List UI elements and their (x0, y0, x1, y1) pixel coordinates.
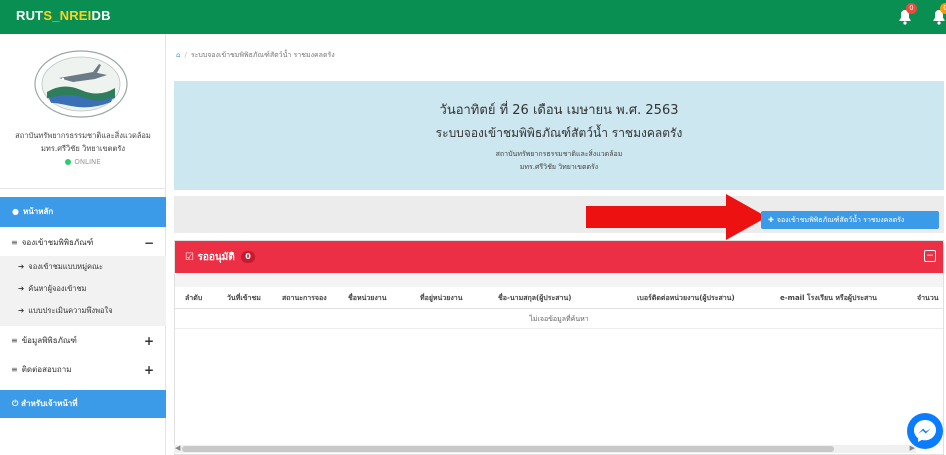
breadcrumb-separator: / (184, 51, 187, 59)
breadcrumb-current: ระบบจองเข้าชมพิพิธภัณฑ์สัตว์น้ำ ราชมงคลต… (190, 51, 335, 59)
notification-bell-1[interactable]: 0 (898, 3, 917, 25)
sidebar-item-staff[interactable]: ⏻ สำหรับเจ้าหน้าที่ (0, 390, 166, 418)
collapse-minus-icon[interactable]: − (144, 231, 154, 255)
col-header-amount[interactable]: จำนวน (917, 293, 939, 304)
col-header-coordinator-name[interactable]: ชื่อ-นามสกุล(ผู้ประสาน) (498, 293, 571, 304)
sidebar-group-museum-info[interactable]: ≡ ข้อมูลพิพิธภัณฑ์ + (0, 329, 166, 353)
scrollbar-thumb[interactable] (182, 446, 834, 452)
col-header-visit-date[interactable]: วันที่เข้าชม (227, 293, 261, 304)
sidebar-item-home[interactable]: ● หน้าหลัก (0, 197, 166, 227)
sidebar: สถาบันทรัพยากรธรรมชาติและสิ่งแวดล้อม มทร… (0, 34, 166, 455)
online-status-label: ONLINE (74, 158, 101, 166)
table-empty-row: ไม่เจอข้อมูลที่ค้นหา (175, 309, 943, 329)
notification-badge-1: 0 (906, 3, 917, 14)
scroll-left-icon[interactable]: ◀ (175, 444, 180, 452)
sidebar-submenu-booking: ➔ จองเข้าชมแบบหมู่คณะ ➔ ค้นหาผู้จองเข้าชม … (0, 256, 166, 326)
minus-box-icon: − (926, 251, 934, 261)
hero-banner: วันอาทิตย์ ที่ 26 เดือน เมษายน พ.ศ. 2563… (174, 81, 944, 190)
breadcrumb-home-icon[interactable]: ⌂ (176, 51, 180, 59)
panel-title: ☑ รออนุมัติ 0 (185, 250, 255, 265)
sidebar-group-museum-info-label: ข้อมูลพิพิธภัณฑ์ (21, 336, 77, 345)
pending-approval-panel: ☑ รออนุมัติ 0 − ลำดับ วันที่เข้าชม สถานะ… (174, 240, 944, 455)
book-visit-button[interactable]: ✚ จองเข้าชมพิพิธภัณฑ์สัตว์น้ำ ราชมงคลตรัง (761, 211, 939, 229)
sidebar-item-home-label: หน้าหลัก (22, 207, 54, 216)
sidebar-group-contact[interactable]: ≡ ติดต่อสอบถาม + (0, 358, 166, 382)
arrow-right-icon: ➔ (18, 284, 25, 293)
bars-icon: ≡ (11, 238, 18, 247)
col-header-org-address[interactable]: ที่อยู่หน่วยงาน (420, 293, 463, 304)
check-square-icon: ☑ (185, 252, 194, 263)
col-header-no[interactable]: ลำดับ (185, 293, 202, 304)
org-name-line1: สถาบันทรัพยากรธรรมชาติและสิ่งแวดล้อม (15, 131, 151, 140)
book-visit-button-label: จองเข้าชมพิพิธภัณฑ์สัตว์น้ำ ราชมงคลตรัง (776, 216, 905, 224)
current-date: วันอาทิตย์ ที่ 26 เดือน เมษายน พ.ศ. 2563 (439, 103, 679, 118)
brand-logo-text[interactable]: RUTS_NREIDB (16, 8, 111, 23)
expand-plus-icon[interactable]: + (144, 358, 154, 382)
notification-badge-2: 0 (940, 3, 946, 14)
page-title: ระบบจองเข้าชมพิพิธภัณฑ์สัตว์น้ำ ราชมงคลต… (435, 126, 683, 140)
hero-subtitle-2: มทร.ศรีวิชัย วิทยาเขตตรัง (519, 163, 599, 171)
brand-part-2: S_NREI (43, 8, 92, 23)
panel-title-label: รออนุมัติ (197, 252, 235, 263)
notification-bell-2[interactable]: 0 (932, 3, 946, 25)
institute-logo (34, 50, 128, 118)
arrow-right-icon: ➔ (18, 262, 25, 271)
sidebar-profile: สถาบันทรัพยากรธรรมชาติและสิ่งแวดล้อม มทร… (0, 34, 166, 189)
col-header-status[interactable]: สถานะการจอง (282, 293, 327, 304)
plus-icon: ✚ (768, 216, 774, 224)
sidebar-group-booking[interactable]: ≡ จองเข้าชมพิพิธภัณฑ์ − (0, 231, 166, 255)
messenger-icon[interactable] (906, 412, 944, 450)
table-header-row: ลำดับ วันที่เข้าชม สถานะการจอง ชื่อหน่วย… (175, 287, 943, 309)
org-name-line2: มทร.ศรีวิชัย วิทยาเขตตรัง (40, 144, 126, 153)
col-header-phone[interactable]: เบอร์ติดต่อหน่วยงาน(ผู้ประสาน) (637, 293, 735, 304)
sidebar-group-contact-label: ติดต่อสอบถาม (21, 365, 72, 374)
hero-subtitle-1: สถาบันทรัพยากรธรรมชาติและสิ่งแวดล้อม (495, 150, 623, 158)
sidebar-item-label: แบบประเมินความพึงพอใจ (28, 306, 113, 315)
brand-part-3: DB (91, 8, 111, 23)
bars-icon: ≡ (11, 336, 18, 345)
empty-message: ไม่เจอข้อมูลที่ค้นหา (529, 315, 589, 323)
panel-collapse-button[interactable]: − (924, 250, 936, 262)
home-icon: ● (12, 207, 19, 216)
panel-spacer (175, 273, 943, 287)
sidebar-item-search-booker[interactable]: ➔ ค้นหาผู้จองเข้าชม (0, 278, 166, 300)
col-header-email[interactable]: e-mail โรงเรียน หรือผู้ประสาน (780, 293, 877, 304)
pending-count-badge: 0 (241, 251, 255, 263)
annotation-arrow-icon (586, 194, 767, 240)
col-header-org-name[interactable]: ชื่อหน่วยงาน (348, 293, 387, 304)
panel-header: ☑ รออนุมัติ 0 − (175, 241, 943, 273)
sidebar-item-label: ค้นหาผู้จองเข้าชม (28, 284, 87, 293)
sidebar-item-survey[interactable]: ➔ แบบประเมินความพึงพอใจ (0, 300, 166, 322)
online-status: ONLINE (0, 158, 166, 166)
sidebar-group-booking-label: จองเข้าชมพิพิธภัณฑ์ (21, 238, 94, 247)
bars-icon: ≡ (11, 365, 18, 374)
sidebar-item-group-booking[interactable]: ➔ จองเข้าชมแบบหมู่คณะ (0, 256, 166, 278)
power-icon: ⏻ (12, 399, 19, 408)
horizontal-scrollbar[interactable]: ◀ ▶ (174, 444, 916, 453)
top-navbar: RUTS_NREIDB 0 0 (0, 0, 946, 34)
expand-plus-icon[interactable]: + (144, 329, 154, 353)
breadcrumb: ⌂ / ระบบจองเข้าชมพิพิธภัณฑ์สัตว์น้ำ ราชมงค… (176, 50, 335, 61)
arrow-right-icon: ➔ (18, 306, 25, 315)
status-dot-icon (65, 158, 72, 165)
brand-part-1: RUT (16, 8, 44, 23)
sidebar-item-label: จองเข้าชมแบบหมู่คณะ (28, 262, 104, 271)
sidebar-item-staff-label: สำหรับเจ้าหน้าที่ (21, 399, 78, 408)
